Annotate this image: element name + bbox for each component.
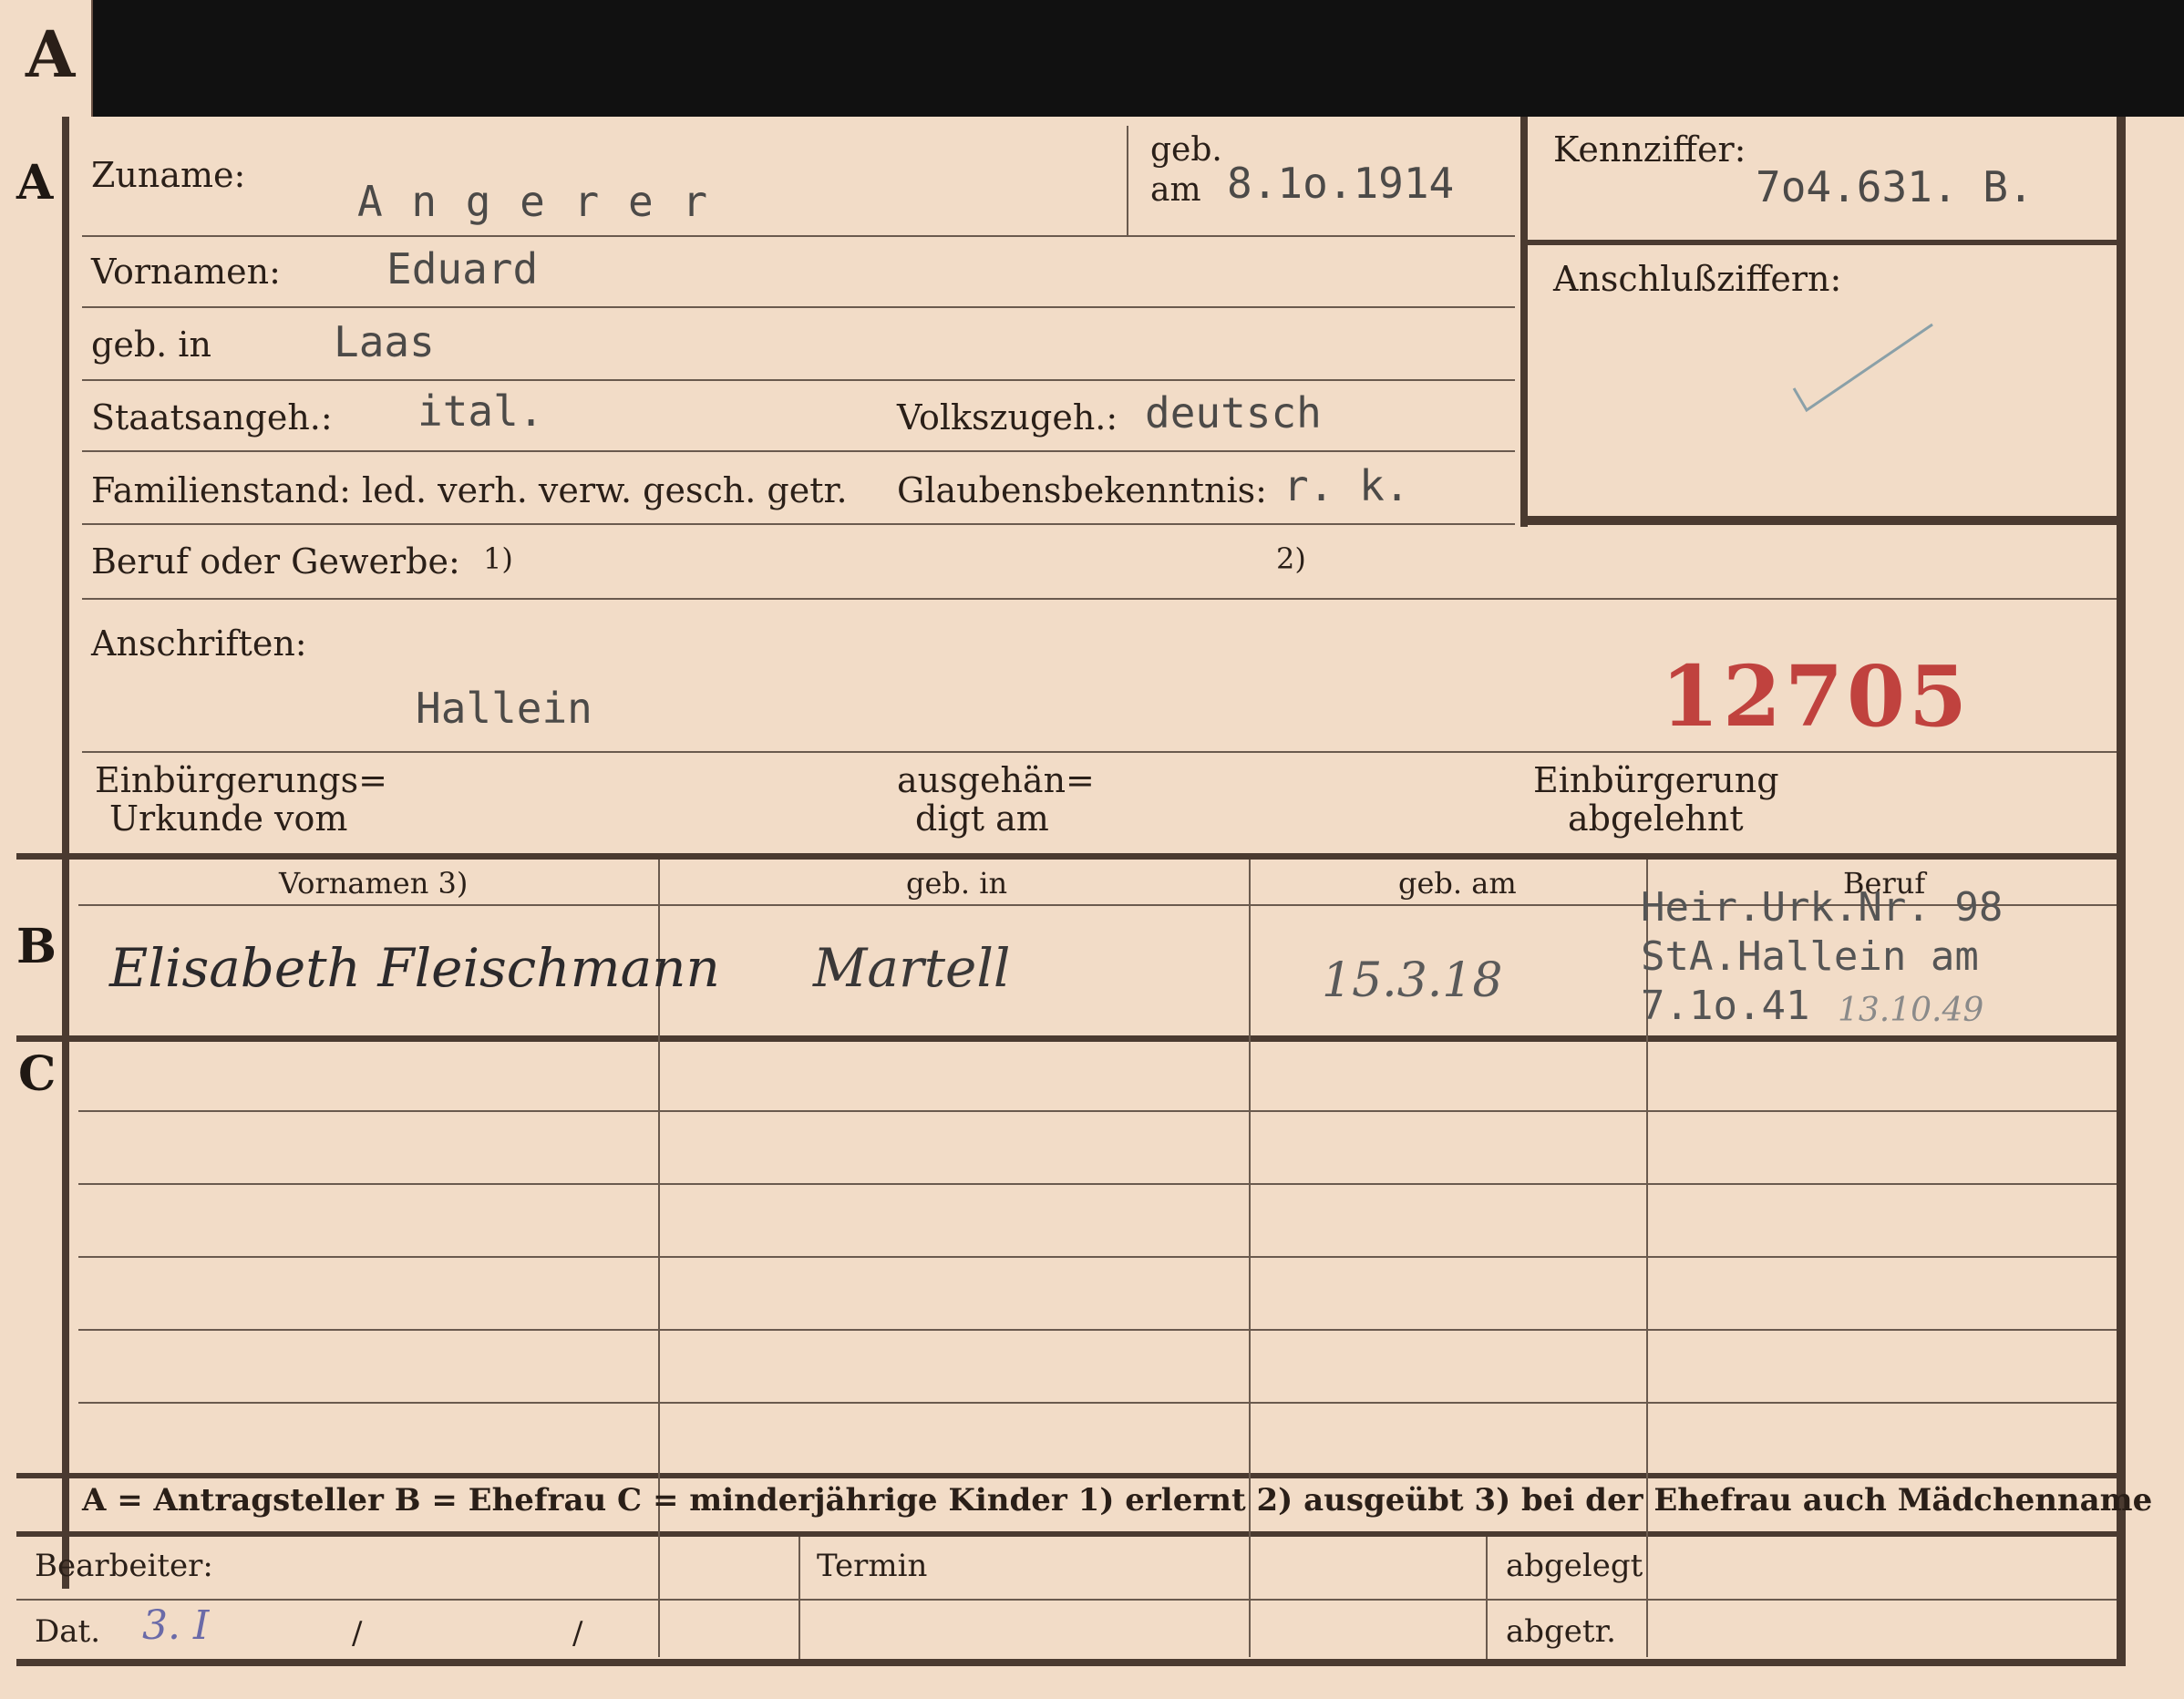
card-tab: A [0,0,93,118]
rule-6 [82,598,2117,600]
ethnicity-value: deutsch [1145,388,1322,438]
rule-4 [82,450,1515,452]
footer-divider-1 [798,1537,800,1659]
given-names-value: Eduard [386,244,539,293]
marriage-cert-line1: Heir.Urk.Nr. 98 [1641,884,2004,931]
citizenship-label: Staatsangeh.: [91,397,333,438]
date-slash-2: / [572,1615,583,1652]
handed-out-label-line2: digt am [915,798,1049,839]
id-box-divider [1520,240,2117,245]
date-slash-1: / [352,1615,363,1652]
refused-label-line2: abgelehnt [1568,798,1744,839]
left-border-c [62,1042,69,1589]
c-row-rule-1 [78,1110,2117,1112]
given-names-label: Vornamen: [91,252,281,292]
section-a-marker: A [16,155,54,211]
filed-label: abgelegt [1506,1548,1643,1584]
marriage-cert-line3: 7.1o.41 [1641,983,1810,1029]
born-in-value: Laas [334,317,435,366]
c-row-rule-5 [78,1402,2117,1404]
rule-2 [82,306,1515,308]
right-border [2117,117,2126,1666]
marriage-cert-handwritten-date: 13.10.49 [1838,992,1984,1029]
wife-name: Elisabeth Fleischmann [109,937,720,999]
section-bc-divider [16,1035,2126,1042]
card-bottom [16,1659,2126,1666]
wife-birthdate: 15.3.18 [1322,953,1503,1008]
naturalization-label-line1: Einbürgerungs= [95,760,387,800]
checkmark-icon [1792,323,1933,413]
geb-label: geb. [1150,131,1222,169]
legend-bottom [16,1531,2126,1537]
naturalization-label-line2: Urkunde vom [109,798,348,839]
section-b-marker: B [16,919,57,974]
address-value: Hallein [416,684,592,733]
registration-card: A Zuname: A n g e r e r geb. am 8.1o.191… [0,117,2184,1699]
clerk-label: Bearbeiter: [35,1548,213,1584]
footer-mid-rule [16,1599,2117,1601]
c-row-rule-3 [78,1256,2117,1258]
header-born-on: geb. am [1398,866,1517,901]
occupation-label: Beruf oder Gewerbe: [91,541,460,582]
handed-out-label-line1: ausgehän= [897,760,1095,800]
tab-letter: A [26,16,76,92]
am-label: am [1150,171,1201,209]
birth-date-divider [1127,126,1128,235]
kennziffer-value: 7o4.631. B. [1756,162,2034,211]
ethnicity-label: Volkszugeh.: [897,397,1118,438]
left-border-a [62,117,69,857]
birth-date-value: 8.1o.1914 [1227,159,1455,208]
date-label: Dat. [35,1613,101,1650]
religion-value: r. k. [1283,461,1410,510]
surname-label: Zuname: [91,155,246,195]
stamp-number: 12705 [1661,647,1972,746]
kennziffer-label: Kennziffer: [1553,129,1746,170]
removed-label: abgetr. [1506,1613,1616,1650]
born-in-label: geb. in [91,324,211,365]
header-given-names: Vornamen 3) [279,866,469,901]
c-row-rule-4 [78,1329,2117,1331]
c-row-rule-2 [78,1183,2117,1185]
footer-divider-2 [1486,1537,1488,1659]
section-c-marker: C [18,1046,57,1102]
id-box-bottom [1520,516,2117,525]
rule-1 [82,235,1515,237]
surname-value: A n g e r e r [357,177,710,226]
termin-label: Termin [817,1548,928,1584]
header-born-in: geb. in [906,866,1008,901]
marriage-cert-line2: StA.Hallein am [1641,933,1979,980]
address-label: Anschriften: [91,623,307,664]
religion-label: Glaubensbekenntnis: [897,470,1267,510]
id-box-left-border [1520,117,1528,527]
section-ab-divider [16,853,2126,860]
refused-label-line1: Einbürgerung [1533,760,1779,800]
wife-birthplace: Martell [813,937,1011,999]
legend-top [16,1473,2126,1478]
table-col-divider-2 [1249,860,1251,1657]
legend-text: A = Antragsteller B = Ehefrau C = minder… [82,1482,2153,1519]
date-handwritten: 3. I [142,1602,210,1649]
footnote-1-marker: 1) [483,541,513,576]
footnote-2-marker: 2) [1276,541,1306,576]
rule-3 [82,379,1515,381]
citizenship-value: ital. [417,386,544,436]
anschluss-label: Anschlußziffern: [1553,259,1842,299]
rule-5 [82,523,1515,525]
marital-status-label: Familienstand: led. verh. verw. gesch. g… [91,470,848,510]
rule-7 [82,751,2117,753]
